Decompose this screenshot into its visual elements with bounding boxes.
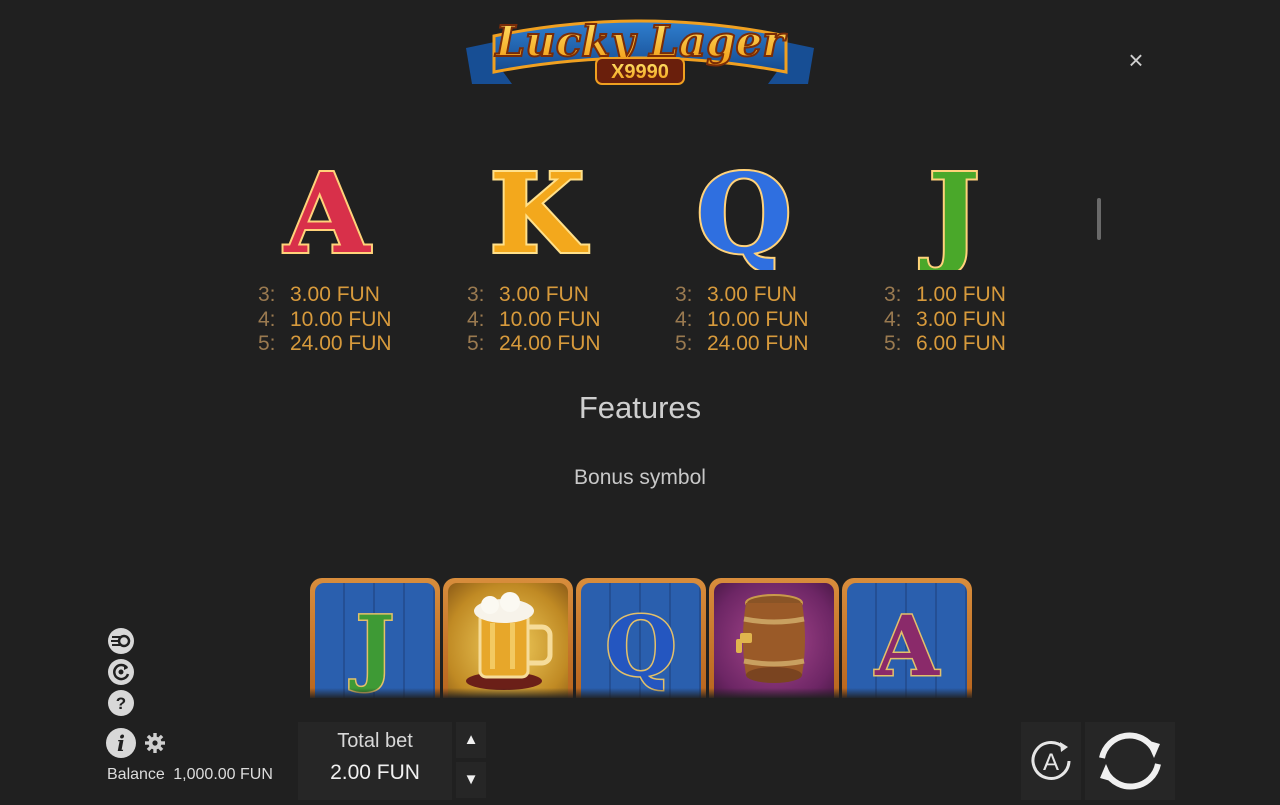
pay-value: 1.00 FUN (916, 283, 1006, 306)
paytable-q: 3: 3.00 FUN 4: 10.00 FUN 5: 24.00 FUN (675, 283, 845, 357)
symbol-letter: Q (696, 150, 792, 270)
total-bet-label: Total bet (337, 730, 413, 752)
symbol-a-icon: A (247, 150, 407, 270)
balance-value: 1,000.00 FUN (173, 766, 273, 783)
total-bet-value: 2.00 FUN (330, 761, 420, 784)
reel-letter: J (350, 599, 395, 695)
pay-value: 3.00 FUN (499, 283, 589, 306)
pay-value: 3.00 FUN (290, 283, 380, 306)
autoplay-button[interactable]: A (1021, 722, 1081, 800)
reel-letter: Q (605, 599, 676, 695)
svg-text:i: i (117, 731, 125, 756)
pay-value: 24.00 FUN (707, 332, 809, 355)
paytable-k: 3: 3.00 FUN 4: 10.00 FUN 5: 24.00 FUN (467, 283, 637, 357)
pay-value: 10.00 FUN (707, 307, 809, 331)
features-heading: Features (578, 390, 702, 425)
pay-count: 4: (467, 307, 485, 331)
scrollbar[interactable] (1097, 198, 1101, 240)
bet-increase-button[interactable]: ▲ (456, 722, 486, 758)
total-bet-panel: Total bet 2.00 FUN (298, 722, 452, 800)
reel-tile-q: Q (576, 578, 706, 698)
bonus-symbol-label: Bonus symbol (574, 466, 706, 489)
pay-count: 3: (467, 283, 485, 306)
bet-decrease-button[interactable]: ▼ (456, 762, 486, 798)
pay-count: 3: (884, 283, 902, 306)
pay-count: 5: (884, 332, 902, 355)
paytable-a: 3: 3.00 FUN 4: 10.00 FUN 5: 24.00 FUN (258, 283, 428, 357)
pay-count: 5: (467, 332, 485, 355)
reel-letter: A (874, 599, 940, 695)
pay-value: 6.00 FUN (916, 332, 1006, 355)
balance-label: Balance (107, 766, 165, 783)
autoplay-label: A (1043, 749, 1059, 776)
reel-tile-j: J (310, 578, 440, 698)
symbol-k-icon: K (457, 150, 617, 270)
history-icon[interactable] (108, 659, 134, 685)
pay-value: 3.00 FUN (916, 307, 1006, 331)
spin-icon (1099, 732, 1161, 790)
symbol-letter: A (283, 150, 371, 270)
info-icon[interactable]: i (106, 728, 136, 758)
pay-value: 10.00 FUN (499, 307, 601, 331)
balance-display: Balance 1,000.00 FUN (107, 766, 273, 784)
pay-count: 5: (258, 332, 276, 355)
svg-text:?: ? (116, 694, 126, 713)
symbol-letter: K (489, 150, 588, 270)
help-icon[interactable]: ? (108, 690, 134, 716)
autoplay-icon: A (1031, 740, 1071, 780)
symbol-j-icon: J (874, 150, 1034, 270)
reel-tile-a: A (842, 578, 972, 698)
spin-button[interactable] (1085, 722, 1175, 800)
pay-count: 4: (884, 307, 902, 331)
pay-value: 24.00 FUN (290, 332, 392, 355)
symbol-q-icon: Q (664, 150, 824, 270)
reel-tile-barrel (709, 578, 839, 698)
pay-count: 3: (258, 283, 276, 306)
barrel-icon (736, 594, 805, 683)
pay-value: 24.00 FUN (499, 332, 601, 355)
game-logo: Lucky Lager X9990 (464, 4, 816, 92)
symbol-letter: J (919, 150, 980, 270)
turbo-spin-icon[interactable] (108, 628, 134, 654)
logo-multiplier: X9990 (611, 61, 669, 83)
pay-count: 4: (675, 307, 693, 331)
paytable-j: 3: 1.00 FUN 4: 3.00 FUN 5: 6.00 FUN (884, 283, 1054, 357)
pay-value: 10.00 FUN (290, 307, 392, 331)
gear-icon[interactable] (144, 732, 166, 754)
pay-count: 4: (258, 307, 276, 331)
pay-count: 5: (675, 332, 693, 355)
reel-tile-beer (443, 578, 573, 698)
pay-count: 3: (675, 283, 693, 306)
beer-mug-icon (466, 592, 553, 690)
close-icon[interactable]: × (1120, 44, 1152, 76)
pay-value: 3.00 FUN (707, 283, 797, 306)
